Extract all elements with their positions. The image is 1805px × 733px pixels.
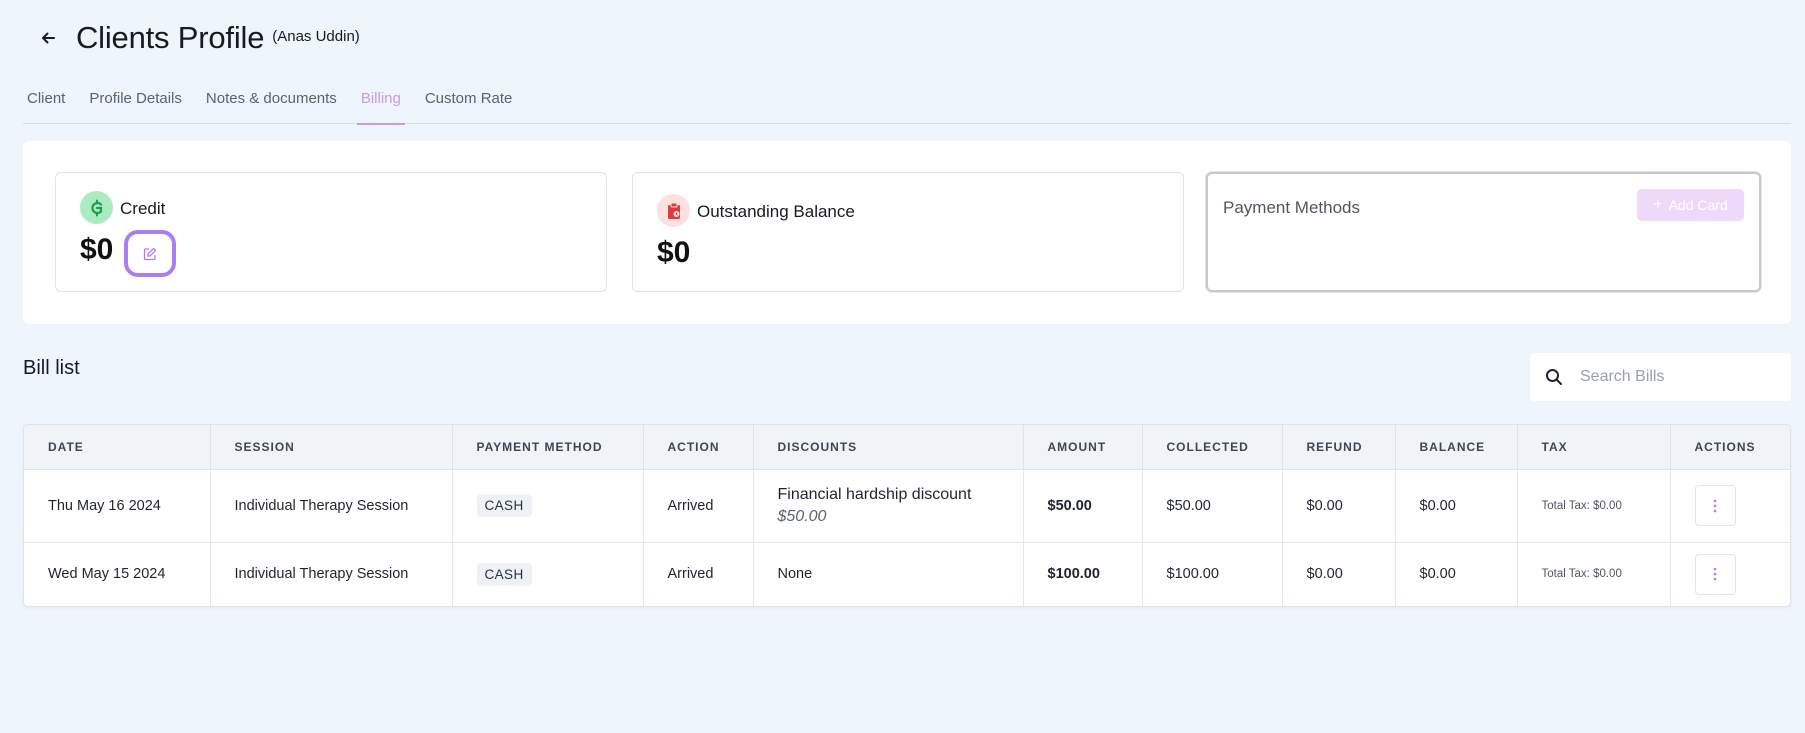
cell-actions (1670, 542, 1790, 606)
cell-discounts: Financial hardship discount $50.00 (753, 469, 1024, 543)
outstanding-balance-card: Outstanding Balance $0 (632, 172, 1184, 292)
cell-session: Individual Therapy Session (210, 469, 453, 543)
column-header-refund[interactable]: REFUND (1282, 425, 1396, 470)
tab-client[interactable]: Client (23, 84, 69, 124)
table-header-row: DATE SESSION PAYMENT METHOD ACTION DISCO… (24, 425, 1790, 470)
billing-summary-panel: Credit $0 Outstanding Balance $0 Payment… (23, 141, 1791, 324)
cell-actions (1670, 469, 1790, 543)
payment-methods-title: Payment Methods (1223, 198, 1361, 217)
cell-tax: Total Tax: $0.00 (1517, 469, 1671, 543)
bill-list-title: Bill list (23, 357, 80, 379)
cell-action: Arrived (643, 542, 754, 606)
profile-tabs: Client Profile Details Notes & documents… (23, 84, 1791, 125)
plus-icon: + (1653, 196, 1663, 213)
cell-amount: $50.00 (1023, 469, 1143, 543)
cell-discounts: None (753, 542, 1024, 606)
kebab-menu-icon (1713, 499, 1717, 512)
cell-collected: $50.00 (1142, 469, 1283, 543)
column-header-date[interactable]: DATE (24, 425, 211, 470)
edit-credit-button[interactable] (124, 230, 176, 277)
payment-methods-card: Payment Methods + Add Card (1206, 172, 1761, 292)
kebab-menu-icon (1713, 567, 1717, 581)
cell-balance: $0.00 (1395, 469, 1518, 543)
cell-collected: $100.00 (1142, 542, 1283, 606)
cell-balance: $0.00 (1395, 542, 1518, 606)
column-header-collected[interactable]: COLLECTED (1142, 425, 1283, 470)
tab-custom-rate[interactable]: Custom Rate (421, 84, 517, 124)
cell-date: Thu May 16 2024 (24, 469, 211, 543)
discount-name: None (777, 566, 813, 583)
add-card-button[interactable]: + Add Card (1637, 189, 1744, 221)
search-icon (1544, 367, 1564, 387)
search-bills-box (1530, 353, 1791, 401)
table-row[interactable]: Wed May 15 2024 Individual Therapy Sessi… (24, 542, 1790, 606)
cell-refund: $0.00 (1282, 469, 1396, 543)
back-button[interactable] (28, 18, 68, 58)
cell-date: Wed May 15 2024 (24, 542, 211, 606)
column-header-payment-method[interactable]: PAYMENT METHOD (452, 425, 644, 470)
bill-table: DATE SESSION PAYMENT METHOD ACTION DISCO… (23, 424, 1791, 607)
column-header-amount[interactable]: AMOUNT (1023, 425, 1143, 470)
page-title: Clients Profile (76, 20, 265, 55)
cell-payment-method: CASH (452, 542, 644, 606)
tab-notes-documents[interactable]: Notes & documents (202, 84, 341, 124)
column-header-balance[interactable]: BALANCE (1395, 425, 1518, 470)
tab-billing[interactable]: Billing (356, 84, 405, 125)
currency-icon (80, 191, 113, 224)
add-card-label: Add Card (1668, 197, 1728, 213)
discount-amount: $50.00 (777, 507, 827, 525)
cell-session: Individual Therapy Session (210, 542, 453, 606)
credit-card: Credit $0 (55, 172, 607, 292)
cell-tax: Total Tax: $0.00 (1517, 542, 1671, 606)
client-name: (Anas Uddin) (272, 27, 360, 45)
outstanding-balance-amount: $0 (657, 236, 691, 269)
column-header-tax[interactable]: TAX (1517, 425, 1671, 470)
edit-icon (143, 247, 157, 260)
clipboard-icon (657, 194, 690, 227)
credit-label: Credit (120, 199, 166, 218)
payment-method-badge: CASH (476, 562, 532, 586)
cell-refund: $0.00 (1282, 542, 1396, 606)
row-actions-button[interactable] (1694, 485, 1736, 526)
row-actions-button[interactable] (1694, 553, 1736, 595)
column-header-actions: ACTIONS (1670, 425, 1790, 470)
cell-action: Arrived (643, 469, 754, 543)
page-header: Clients Profile (Anas Uddin) (28, 18, 360, 58)
credit-amount: $0 (80, 233, 114, 266)
cell-amount: $100.00 (1023, 542, 1143, 606)
column-header-discounts[interactable]: DISCOUNTS (753, 425, 1024, 470)
tab-profile-details[interactable]: Profile Details (85, 84, 186, 124)
payment-method-badge: CASH (476, 494, 532, 517)
arrow-left-icon (42, 32, 55, 44)
outstanding-balance-label: Outstanding Balance (697, 202, 855, 221)
search-bills-input[interactable] (1580, 368, 1770, 386)
column-header-session[interactable]: SESSION (210, 425, 453, 470)
discount-name: Financial hardship discount (777, 485, 972, 503)
cell-payment-method: CASH (452, 469, 644, 543)
table-row[interactable]: Thu May 16 2024 Individual Therapy Sessi… (24, 469, 1790, 543)
column-header-action[interactable]: ACTION (643, 425, 754, 470)
